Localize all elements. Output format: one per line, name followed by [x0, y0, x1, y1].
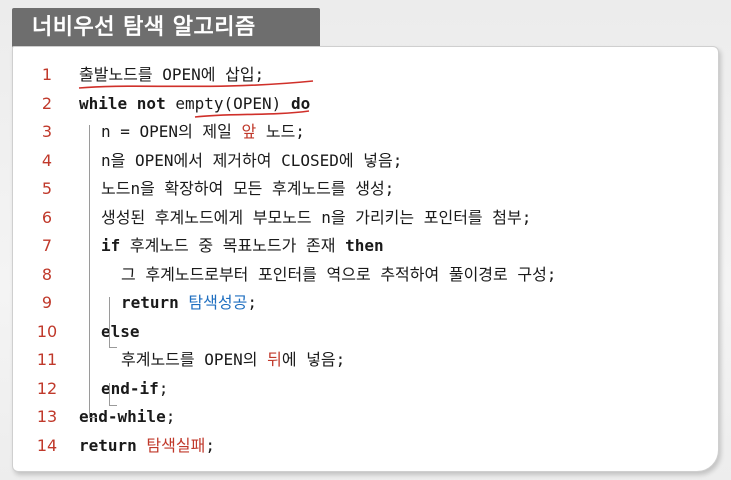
line-number: 9: [41, 293, 53, 312]
code-text: n = OPEN의 제일 앞 노드;: [101, 118, 305, 147]
code-text: 노드n을 확장하여 모든 후계노드를 생성;: [101, 175, 394, 204]
code-segment: ;: [158, 378, 169, 398]
indent-guide-while-end: [89, 417, 97, 418]
code-segment: 생성된 후계노드에게 부모노드 n을 가리키는 포인터를 첨부;: [101, 207, 532, 227]
code-segment: 후계노드를 OPEN의: [121, 350, 268, 369]
code-text: 출발노드를 OPEN에 삽입;: [79, 61, 264, 90]
code-segment: empty(OPEN): [165, 93, 291, 113]
line-number: 11: [36, 350, 58, 369]
code-segment: n을 OPEN에서 제거하여 CLOSED에 넣음;: [101, 150, 403, 170]
code-text: return 탐색실패;: [79, 432, 215, 461]
code-text: else: [101, 318, 140, 347]
code-line-9: 9 return 탐색성공;: [13, 289, 713, 318]
code-segment: 노드n을 확장하여 모든 후계노드를 생성;: [101, 179, 395, 198]
code-line-3: 3 n = OPEN의 제일 앞 노드;: [13, 118, 713, 147]
code-segment: ;: [165, 407, 176, 426]
line-number: 4: [41, 150, 53, 170]
line-number: 8: [41, 264, 53, 284]
indent-guide-then-end: [109, 347, 117, 348]
keyword: do: [290, 93, 311, 113]
code-line-1: 1 출발노드를 OPEN에 삽입;: [13, 61, 713, 90]
code-text: n을 OPEN에서 제거하여 CLOSED에 넣음;: [101, 147, 402, 176]
line-number: 14: [36, 435, 58, 455]
code-segment: n = OPEN의 제일: [101, 122, 242, 141]
line-number: 13: [36, 407, 58, 426]
line-number: 1: [41, 65, 53, 84]
code-text: end-if;: [101, 375, 168, 404]
code-segment: 출발노드를 OPEN에 삽입;: [79, 65, 265, 84]
highlight-front: 앞: [241, 122, 257, 141]
keyword: return: [79, 435, 137, 455]
slide-background: 너비우선 탐색 알고리즘 1 출발노드를 OPEN에 삽입; 2 while n…: [0, 0, 731, 480]
code-line-14: 14 return 탐색실패;: [13, 432, 713, 461]
highlight-back: 뒤: [267, 350, 282, 369]
line-number: 6: [41, 207, 53, 227]
indent-guide-then: [109, 297, 110, 347]
code-text: if 후계노드 중 목표노드가 존재 then: [101, 232, 384, 261]
code-segment: ;: [205, 435, 215, 455]
line-number: 12: [36, 378, 58, 398]
code-line-11: 11 후계노드를 OPEN의 뒤에 넣음;: [13, 346, 713, 375]
keyword: return: [121, 293, 179, 312]
code-segment: ;: [247, 293, 257, 312]
code-text: 생성된 후계노드에게 부모노드 n을 가리키는 포인터를 첨부;: [101, 204, 531, 233]
indent-guide-while: [89, 125, 90, 417]
code-text: 그 후계노드로부터 포인터를 역으로 추적하여 풀이경로 구성;: [121, 261, 556, 290]
code-line-12: 12 end-if;: [13, 375, 713, 404]
keyword: then: [345, 236, 384, 255]
code-line-2: 2 while not empty(OPEN) do: [13, 90, 713, 119]
line-number: 2: [41, 93, 53, 113]
keyword: if: [101, 236, 121, 255]
code-line-13: 13 end-while;: [13, 403, 713, 432]
code-segment: 후계노드 중 목표노드가 존재: [120, 236, 346, 255]
keyword: else: [101, 321, 140, 341]
code-line-8: 8 그 후계노드로부터 포인터를 역으로 추적하여 풀이경로 구성;: [13, 261, 713, 290]
slide-title: 너비우선 탐색 알고리즘: [12, 8, 320, 48]
highlight-success: 탐색성공: [178, 293, 248, 312]
code-line-10: 10 else: [13, 318, 713, 347]
code-line-6: 6 생성된 후계노드에게 부모노드 n을 가리키는 포인터를 첨부;: [13, 204, 713, 233]
code-line-7: 7 if 후계노드 중 목표노드가 존재 then: [13, 232, 713, 261]
code-segment: 그 후계노드로부터 포인터를 역으로 추적하여 풀이경로 구성;: [121, 264, 557, 284]
highlight-fail: 탐색실패: [136, 435, 206, 455]
code-text: return 탐색성공;: [121, 289, 257, 318]
code-segment: 노드;: [256, 122, 305, 141]
keyword: while not: [79, 93, 166, 113]
code-line-5: 5 노드n을 확장하여 모든 후계노드를 생성;: [13, 175, 713, 204]
code-text: while not empty(OPEN) do: [79, 90, 310, 119]
line-number: 10: [36, 321, 58, 341]
line-number: 7: [41, 236, 53, 255]
indent-guide-else-end: [109, 405, 117, 406]
code-text: 후계노드를 OPEN의 뒤에 넣음;: [121, 346, 345, 375]
line-number: 3: [41, 122, 53, 141]
code-segment: 에 넣음;: [281, 350, 346, 369]
line-number: 5: [41, 179, 53, 198]
indent-guide-else: [109, 383, 110, 405]
code-line-4: 4 n을 OPEN에서 제거하여 CLOSED에 넣음;: [13, 147, 713, 176]
algorithm-card: 1 출발노드를 OPEN에 삽입; 2 while not empty(OPEN…: [12, 46, 719, 472]
pseudocode-block: 1 출발노드를 OPEN에 삽입; 2 while not empty(OPEN…: [13, 61, 713, 460]
